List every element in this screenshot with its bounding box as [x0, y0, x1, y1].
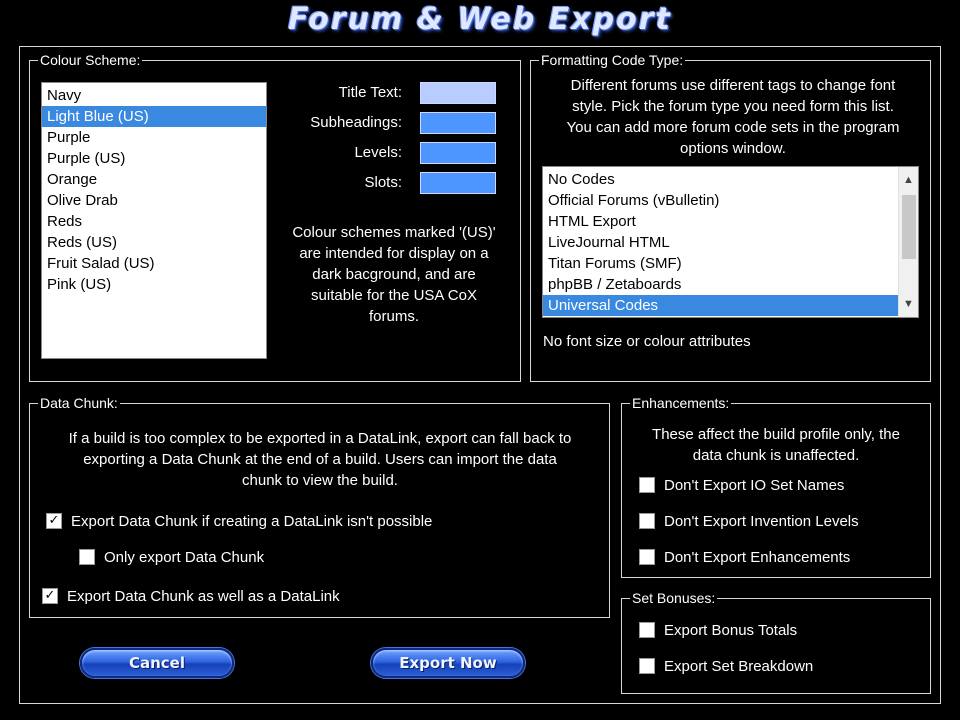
chevron-down-icon[interactable]: ▼	[899, 294, 918, 314]
swatch-label: Slots:	[364, 174, 402, 191]
colour-scheme-item[interactable]: Pink (US)	[42, 274, 266, 295]
set-bonuses-legend: Set Bonuses:	[632, 590, 716, 606]
colour-scheme-item[interactable]: Purple (US)	[42, 148, 266, 169]
formatting-code-item[interactable]: Titan Forums (SMF)	[543, 253, 898, 274]
colour-scheme-item[interactable]: Reds (US)	[42, 232, 266, 253]
swatch-label: Levels:	[354, 144, 402, 161]
swatch-row: Subheadings:	[286, 112, 496, 134]
checkbox-row-bonus-totals[interactable]: Export Bonus Totals	[639, 620, 797, 640]
formatting-description: Different forums use different tags to c…	[536, 75, 930, 159]
data-chunk-description: If a build is too complex to be exported…	[34, 428, 606, 491]
colour-swatch[interactable]	[420, 172, 496, 194]
checkbox-label: Don't Export Invention Levels	[664, 512, 859, 530]
formatting-code-item[interactable]: LiveJournal HTML	[543, 232, 898, 253]
checkbox-label: Export Bonus Totals	[664, 621, 798, 639]
formatting-code-item[interactable]: Universal Codes	[543, 295, 898, 316]
formatting-status: No font size or colour attributes	[543, 333, 751, 350]
cancel-button[interactable]: Cancel	[80, 648, 234, 678]
checkbox-label: Export Set Breakdown	[664, 657, 814, 675]
checkbox-label: Export Data Chunk if creating a DataLink…	[71, 512, 433, 530]
checkbox-export-as-well[interactable]: ✓	[42, 588, 58, 604]
formatting-code-item[interactable]: No Codes	[543, 169, 898, 190]
description-line: If a build is too complex to be exported…	[68, 430, 572, 447]
checkbox-io-set-names[interactable]	[639, 477, 655, 493]
colour-scheme-item[interactable]: Orange	[42, 169, 266, 190]
checkbox-row-io-set-names[interactable]: Don't Export IO Set Names	[639, 475, 844, 495]
colour-scheme-item[interactable]: Fruit Salad (US)	[42, 253, 266, 274]
description-line: options window.	[680, 140, 786, 157]
formatting-legend: Formatting Code Type:	[541, 52, 684, 68]
description-line: You can add more forum code sets in the …	[566, 119, 900, 136]
description-line: These affect the build profile only, the	[652, 426, 900, 443]
checkbox-only-chunk[interactable]	[79, 549, 95, 565]
data-chunk-legend: Data Chunk:	[40, 395, 118, 411]
swatch-label: Title Text:	[338, 84, 402, 101]
checkbox-label: Don't Export Enhancements	[664, 548, 851, 566]
formatting-code-item[interactable]: HTML Export	[543, 211, 898, 232]
description-line: Different forums use different tags to c…	[570, 77, 896, 94]
checkbox-label: Don't Export IO Set Names	[664, 476, 845, 494]
checkbox-set-breakdown[interactable]	[639, 658, 655, 674]
colour-scheme-note: Colour schemes marked '(US)' are intended…	[276, 222, 512, 327]
description-line: data chunk is unaffected.	[692, 447, 860, 464]
note-line: Colour schemes marked '(US)'	[292, 224, 496, 241]
swatch-row: Title Text:	[286, 82, 496, 104]
checkbox-bonus-totals[interactable]	[639, 622, 655, 638]
checkbox-label: Export Data Chunk as well as a DataLink	[67, 587, 340, 605]
note-line: are intended for display on a	[299, 245, 489, 262]
description-line: exporting a Data Chunk at the end of a b…	[83, 451, 557, 468]
colour-swatch[interactable]	[420, 142, 496, 164]
description-line: style. Pick the forum type you need form…	[572, 98, 894, 115]
chevron-up-icon[interactable]: ▲	[899, 170, 918, 190]
swatch-row: Levels:	[286, 142, 496, 164]
formatting-list-scrollbar[interactable]: ▲ ▼	[898, 167, 918, 317]
description-line: chunk to view the build.	[242, 472, 398, 489]
colour-scheme-legend: Colour Scheme:	[40, 52, 141, 68]
set-bonuses-group: Set Bonuses:	[621, 591, 931, 694]
note-line: dark bacground, and are	[312, 266, 476, 283]
checkbox-row-only-chunk[interactable]: Only export Data Chunk	[79, 547, 264, 567]
enhancements-legend: Enhancements:	[632, 395, 730, 411]
colour-swatches: Title Text: Subheadings: Levels: Slots:	[286, 82, 496, 202]
checkbox-row-set-breakdown[interactable]: Export Set Breakdown	[639, 656, 813, 676]
checkbox-export-if-needed[interactable]: ✓	[46, 513, 62, 529]
window-title: Forum & Web Export	[288, 2, 672, 37]
checkbox-label: Only export Data Chunk	[104, 548, 265, 566]
checkbox-enhancements[interactable]	[639, 549, 655, 565]
checkbox-row-invention-levels[interactable]: Don't Export Invention Levels	[639, 511, 859, 531]
note-line: forums.	[368, 308, 419, 325]
colour-scheme-item[interactable]: Olive Drab	[42, 190, 266, 211]
checkbox-invention-levels[interactable]	[639, 513, 655, 529]
swatch-row: Slots:	[286, 172, 496, 194]
colour-swatch[interactable]	[420, 112, 496, 134]
checkbox-row-enhancements[interactable]: Don't Export Enhancements	[639, 547, 850, 567]
colour-scheme-list[interactable]: Navy Light Blue (US) Purple Purple (US) Oran…	[41, 82, 267, 359]
swatch-label: Subheadings:	[310, 114, 402, 131]
colour-scheme-item[interactable]: Navy	[42, 85, 266, 106]
scrollbar-thumb[interactable]	[902, 195, 916, 259]
checkbox-row-export-as-well[interactable]: ✓ Export Data Chunk as well as a DataLin…	[42, 586, 340, 606]
formatting-code-list[interactable]: No Codes Official Forums (vBulletin) HTML …	[542, 166, 919, 318]
checkbox-row-export-if-needed[interactable]: ✓ Export Data Chunk if creating a DataLi…	[46, 511, 432, 531]
colour-scheme-item[interactable]: Light Blue (US)	[42, 106, 266, 127]
formatting-code-item[interactable]: phpBB / Zetaboards	[543, 274, 898, 295]
formatting-code-item[interactable]: Official Forums (vBulletin)	[543, 190, 898, 211]
export-now-button[interactable]: Export Now	[371, 648, 525, 678]
colour-scheme-item[interactable]: Purple	[42, 127, 266, 148]
colour-scheme-item[interactable]: Reds	[42, 211, 266, 232]
enhancements-description: These affect the build profile only, the…	[626, 424, 926, 466]
note-line: suitable for the USA CoX	[311, 287, 477, 304]
colour-swatch[interactable]	[420, 82, 496, 104]
